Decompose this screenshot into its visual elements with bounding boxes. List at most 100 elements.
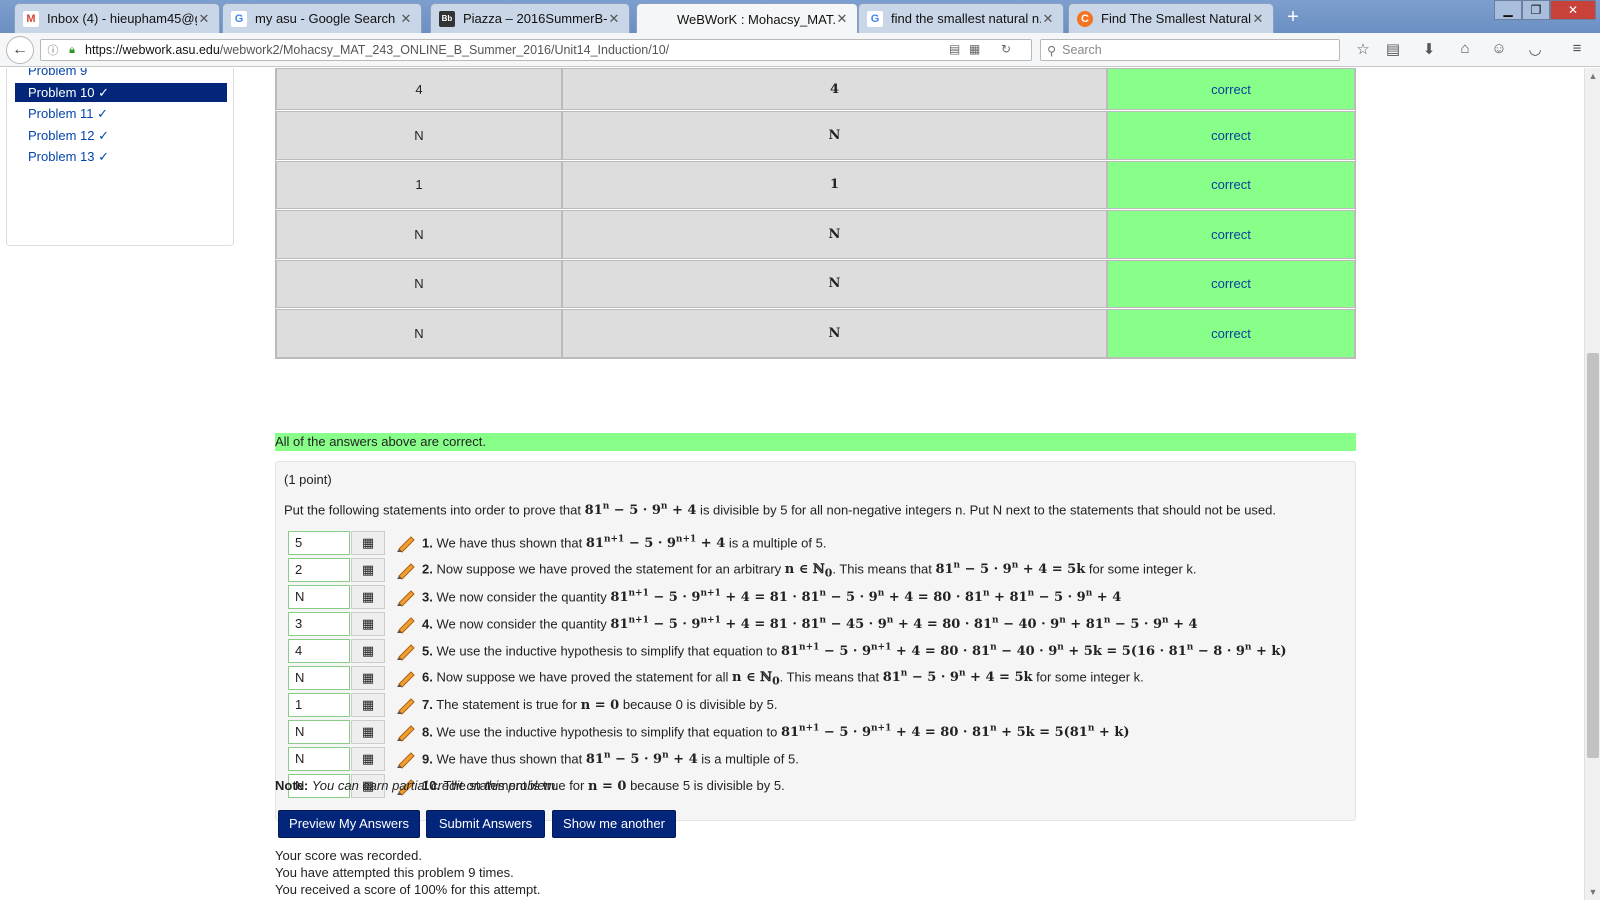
tab-title: Piazza – 2016SummerB-X-... [463, 11, 607, 26]
equation-editor-button[interactable]: ▦ [351, 693, 385, 717]
preview-cell: N [562, 210, 1107, 259]
scroll-up-arrow[interactable]: ▲ [1585, 68, 1600, 84]
page-viewport: Problem 9 Problem 10 ✓ Problem 11 ✓ Prob… [0, 68, 1584, 900]
grid-icon: ▦ [361, 643, 375, 658]
lock-icon: 🔒︎ [69, 43, 75, 56]
close-tab-icon[interactable]: ✕ [1251, 11, 1265, 27]
scroll-thumb[interactable] [1587, 353, 1599, 758]
preview-cell: 4 [562, 68, 1107, 110]
problem-list-sidebar: Problem 9 Problem 10 ✓ Problem 11 ✓ Prob… [6, 68, 234, 246]
preview-cell: N [562, 259, 1107, 308]
entered-cell: 1 [276, 160, 562, 209]
grid-icon: ▦ [361, 589, 375, 604]
result-cell: correct [1107, 259, 1355, 308]
grid-icon: ▦ [361, 751, 375, 766]
back-button[interactable]: ← [6, 36, 34, 64]
tab-google-search[interactable]: G my asu - Google Search ✕ [222, 3, 422, 33]
tab-piazza[interactable]: Bb Piazza – 2016SummerB-X-... ✕ [430, 3, 630, 33]
result-cell: correct [1107, 210, 1355, 259]
preview-cell: N [562, 111, 1107, 160]
scroll-down-arrow[interactable]: ▼ [1585, 884, 1600, 900]
vertical-scrollbar[interactable]: ▲ ▼ [1584, 68, 1600, 900]
entered-cell: 4 [276, 68, 562, 110]
statement-row: N ▦ 9. We have thus shown that 81n − 5 ·… [288, 747, 799, 771]
sidebar-item-problem-11[interactable]: Problem 11 ✓ [15, 104, 227, 123]
statement-row: N ▦ 6. Now suppose we have proved the st… [288, 666, 1144, 690]
equation-editor-button[interactable]: ▦ [351, 612, 385, 636]
grid-icon: ▦ [361, 670, 375, 685]
preview-cell: 1 [562, 160, 1107, 209]
equation-editor-button[interactable]: ▦ [351, 558, 385, 582]
url-text: https://webwork.asu.edu/webwork2/Mohacsy… [85, 43, 670, 57]
preview-cell: N [562, 309, 1107, 358]
chegg-icon: C [1077, 10, 1093, 27]
answer-input[interactable]: 5 [288, 531, 350, 555]
grid-icon: ▦ [361, 562, 375, 577]
blackboard-icon: Bb [439, 10, 455, 27]
equation-editor-button[interactable]: ▦ [351, 666, 385, 690]
tab-chegg[interactable]: C Find The Smallest Natural ... ✕ [1068, 3, 1274, 33]
tab-gmail[interactable]: M Inbox (4) - hieupham45@g... ✕ [14, 3, 220, 33]
answer-input[interactable]: N [288, 720, 350, 744]
download-icon[interactable]: ⬇ [1418, 40, 1440, 60]
grid-icon: ▦ [361, 697, 375, 712]
answer-input[interactable]: 1 [288, 693, 350, 717]
minimize-button[interactable]: ▁ [1494, 0, 1522, 20]
entered-cell: N [276, 259, 562, 308]
tab-webwork[interactable]: WeBWorK : Mohacsy_MAT... ✕ [636, 3, 858, 34]
close-tab-icon[interactable]: ✕ [1041, 11, 1055, 27]
table-row: N N correct [276, 308, 1355, 358]
equation-editor-button[interactable]: ▦ [351, 585, 385, 609]
result-cell: correct [1107, 160, 1355, 209]
close-tab-icon[interactable]: ✕ [197, 11, 211, 27]
close-tab-icon[interactable]: ✕ [607, 11, 621, 27]
submit-answers-button[interactable]: Submit Answers [426, 810, 545, 838]
table-row: 1 1 correct [276, 159, 1355, 209]
menu-icon[interactable]: ≡ [1566, 40, 1588, 60]
show-another-button[interactable]: Show me another [552, 810, 676, 838]
equation-editor-button[interactable]: ▦ [351, 720, 385, 744]
equation-editor-button[interactable]: ▦ [351, 639, 385, 663]
reader-view-icon[interactable]: ▤ [949, 42, 960, 56]
sidebar-item-problem-12[interactable]: Problem 12 ✓ [15, 126, 227, 145]
navigation-toolbar: ← ⓘ 🔒︎ https://webwork.asu.edu/webwork2/… [0, 33, 1600, 67]
points-label: (1 point) [284, 472, 332, 487]
pencil-icon [397, 698, 415, 715]
search-input[interactable]: ⚲ Search [1040, 39, 1340, 61]
sidebar-item-problem-10[interactable]: Problem 10 ✓ [15, 83, 227, 102]
home-icon[interactable]: ⌂ [1454, 40, 1476, 60]
statement-row: N ▦ 8. We use the inductive hypothesis t… [288, 720, 1130, 744]
pocket-icon[interactable]: ◡ [1524, 40, 1546, 60]
address-bar[interactable]: ⓘ 🔒︎ https://webwork.asu.edu/webwork2/Mo… [40, 39, 1032, 61]
tab-find-smallest[interactable]: G find the smallest natural n... ✕ [858, 3, 1064, 33]
close-tab-icon[interactable]: ✕ [835, 11, 849, 27]
equation-editor-button[interactable]: ▦ [351, 531, 385, 555]
preview-answers-button[interactable]: Preview My Answers [278, 810, 420, 838]
answer-input[interactable]: 4 [288, 639, 350, 663]
equation-editor-button[interactable]: ▦ [351, 747, 385, 771]
problem-prompt: Put the following statements into order … [284, 502, 1276, 519]
answer-input[interactable]: 2 [288, 558, 350, 582]
extension-icon[interactable]: ▦ [969, 42, 980, 56]
bookmarks-list-icon[interactable]: ▤ [1382, 40, 1404, 60]
maximize-button[interactable]: ❐ [1522, 0, 1550, 20]
window-close-button[interactable]: ✕ [1550, 0, 1596, 20]
answer-input[interactable]: 3 [288, 612, 350, 636]
tab-title: Find The Smallest Natural ... [1101, 11, 1251, 26]
result-cell: correct [1107, 68, 1355, 110]
statement-row: 3 ▦ 4. We now consider the quantity 81n+… [288, 612, 1198, 636]
sidebar-item-problem-13[interactable]: Problem 13 ✓ [15, 147, 227, 166]
sidebar-item-problem-9[interactable]: Problem 9 [15, 68, 227, 80]
result-cell: correct [1107, 111, 1355, 160]
close-tab-icon[interactable]: ✕ [399, 11, 413, 27]
answer-input[interactable]: N [288, 666, 350, 690]
bookmark-star-icon[interactable]: ☆ [1352, 40, 1374, 60]
reload-icon[interactable]: ↻ [1001, 42, 1011, 56]
answer-input[interactable]: N [288, 747, 350, 771]
math-expression: 81n − 5 · 9n + 4 [584, 502, 697, 519]
chat-icon[interactable]: ☺ [1488, 40, 1510, 60]
info-icon[interactable]: ⓘ [46, 42, 60, 58]
answer-input[interactable]: N [288, 585, 350, 609]
grid-icon: ▦ [361, 724, 375, 739]
new-tab-button[interactable]: + [1280, 5, 1306, 29]
